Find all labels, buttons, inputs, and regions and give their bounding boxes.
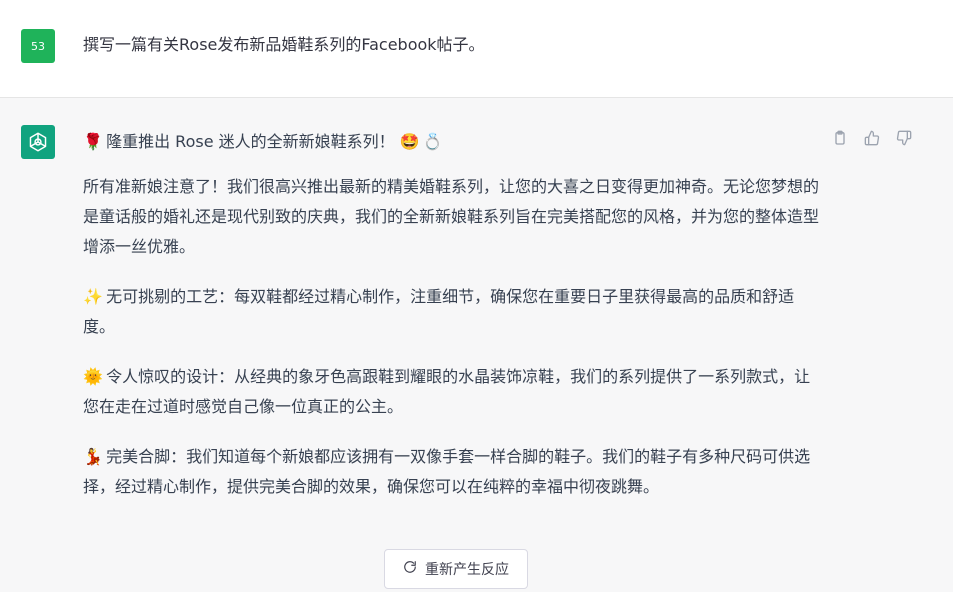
assistant-answer: 🌹 隆重推出 Rose 迷人的全新新娘鞋系列！ 🤩 💍 所有准新娘注意了！我们很… — [83, 127, 823, 522]
sun-icon: 🌞 — [83, 367, 103, 386]
answer-title: 🌹 隆重推出 Rose 迷人的全新新娘鞋系列！ 🤩 💍 — [83, 127, 823, 157]
rose-icon: 🌹 — [83, 132, 103, 151]
clipboard-icon[interactable] — [831, 129, 849, 147]
star-struck-icon: 🤩 — [399, 132, 420, 151]
refresh-icon — [403, 560, 417, 578]
user-message-row: 53 撰写一篇有关Rose发布新品婚鞋系列的Facebook帖子。 — [0, 0, 953, 98]
sparkles-icon: ✨ — [83, 287, 103, 306]
message-actions — [831, 129, 913, 147]
ring-icon: 💍 — [422, 132, 443, 151]
dancer-icon: 💃 — [83, 447, 103, 466]
answer-paragraph-fit: 💃 完美合脚：我们知道每个新娘都应该拥有一双像手套一样合脚的鞋子。我们的鞋子有多… — [83, 442, 823, 502]
assistant-message-row: 🌹 隆重推出 Rose 迷人的全新新娘鞋系列！ 🤩 💍 所有准新娘注意了！我们很… — [0, 98, 953, 592]
answer-paragraph-text: 无可挑剔的工艺：每双鞋都经过精心制作，注重细节，确保您在重要日子里获得最高的品质… — [83, 287, 795, 336]
regenerate-label: 重新产生反应 — [425, 562, 509, 578]
thumbs-down-icon[interactable] — [895, 129, 913, 147]
thumbs-up-icon[interactable] — [863, 129, 881, 147]
answer-paragraph-intro: 所有准新娘注意了！我们很高兴推出最新的精美婚鞋系列，让您的大喜之日变得更加神奇。… — [83, 172, 823, 262]
answer-paragraph-design: 🌞 令人惊叹的设计：从经典的象牙色高跟鞋到耀眼的水晶装饰凉鞋，我们的系列提供了一… — [83, 362, 823, 422]
user-message-text: 撰写一篇有关Rose发布新品婚鞋系列的Facebook帖子。 — [83, 35, 485, 54]
answer-paragraph-text: 所有准新娘注意了！我们很高兴推出最新的精美婚鞋系列，让您的大喜之日变得更加神奇。… — [83, 177, 820, 256]
chatgpt-logo-icon — [21, 125, 55, 159]
answer-paragraph-text: 完美合脚：我们知道每个新娘都应该拥有一双像手套一样合脚的鞋子。我们的鞋子有多种尺… — [83, 447, 811, 496]
answer-paragraph-craft: ✨ 无可挑剔的工艺：每双鞋都经过精心制作，注重细节，确保您在重要日子里获得最高的… — [83, 282, 823, 342]
regenerate-response-button[interactable]: 重新产生反应 — [384, 549, 528, 589]
answer-title-text: 隆重推出 Rose 迷人的全新新娘鞋系列！ — [106, 132, 395, 151]
answer-paragraph-text: 令人惊叹的设计：从经典的象牙色高跟鞋到耀眼的水晶装饰凉鞋，我们的系列提供了一系列… — [83, 367, 811, 416]
user-avatar: 53 — [21, 29, 55, 63]
user-avatar-text: 53 — [31, 39, 45, 53]
